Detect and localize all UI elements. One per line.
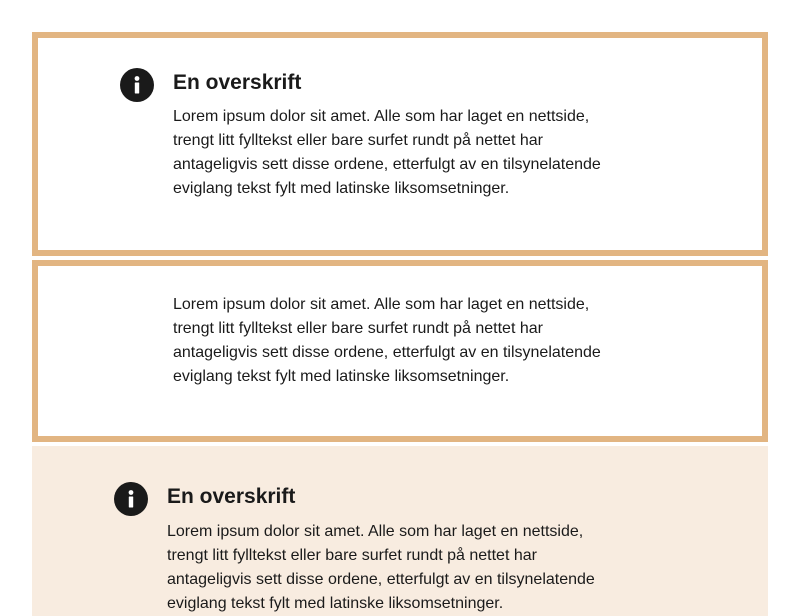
panel-body-text: Lorem ipsum dolor sit amet. Alle som har… bbox=[173, 296, 601, 385]
info-icon bbox=[120, 68, 154, 102]
info-panel-outlined-with-heading: En overskrift Lorem ipsum dolor sit amet… bbox=[32, 32, 768, 256]
info-panel-stack: En overskrift Lorem ipsum dolor sit amet… bbox=[32, 32, 768, 616]
panel-body-text: Lorem ipsum dolor sit amet. Alle som har… bbox=[173, 108, 601, 197]
panel-heading: En overskrift bbox=[173, 71, 302, 94]
panel-body-text: Lorem ipsum dolor sit amet. Alle som har… bbox=[167, 523, 595, 612]
info-icon bbox=[114, 482, 148, 516]
panel-heading: En overskrift bbox=[167, 485, 296, 508]
info-panel-outlined-text-only: Lorem ipsum dolor sit amet. Alle som har… bbox=[32, 260, 768, 442]
info-panel-filled-with-heading: En overskrift Lorem ipsum dolor sit amet… bbox=[32, 446, 768, 616]
